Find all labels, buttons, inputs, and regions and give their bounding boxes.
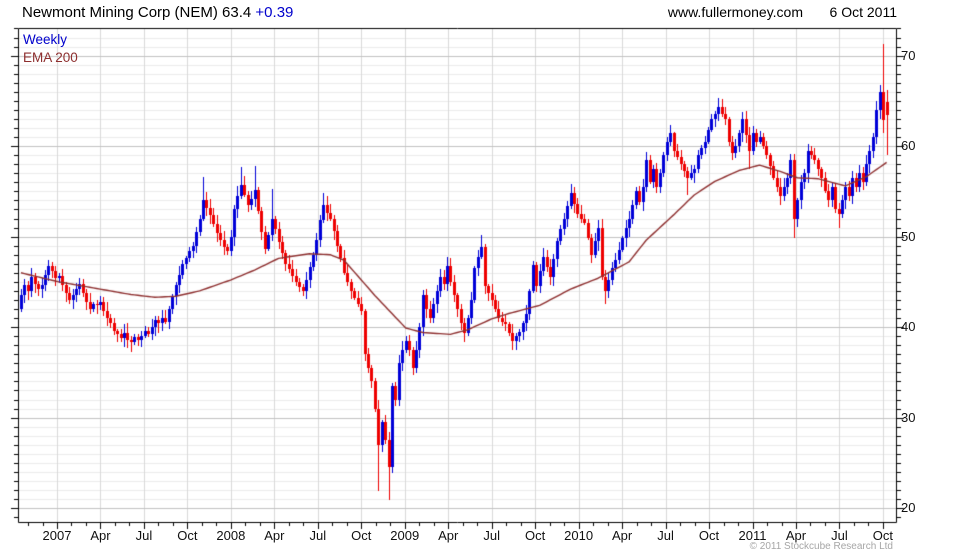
chart-date: 6 Oct 2011 [830, 4, 897, 20]
price-chart-canvas [0, 0, 980, 560]
chart-window: Newmont Mining Corp (NEM) 63.4 +0.39 www… [0, 0, 980, 560]
legend-weekly-label: Weekly [23, 32, 67, 47]
legend-ema-label: EMA 200 [23, 50, 78, 65]
price-change: +0.39 [255, 4, 293, 21]
page-title: Newmont Mining Corp (NEM) 63.4 +0.39 [22, 4, 293, 21]
website-text: www.fullermoney.com [668, 4, 803, 20]
instrument-title: Newmont Mining Corp (NEM) 63.4 [22, 4, 251, 21]
copyright-notice: © 2011 Stockcube Research Ltd [750, 541, 893, 552]
